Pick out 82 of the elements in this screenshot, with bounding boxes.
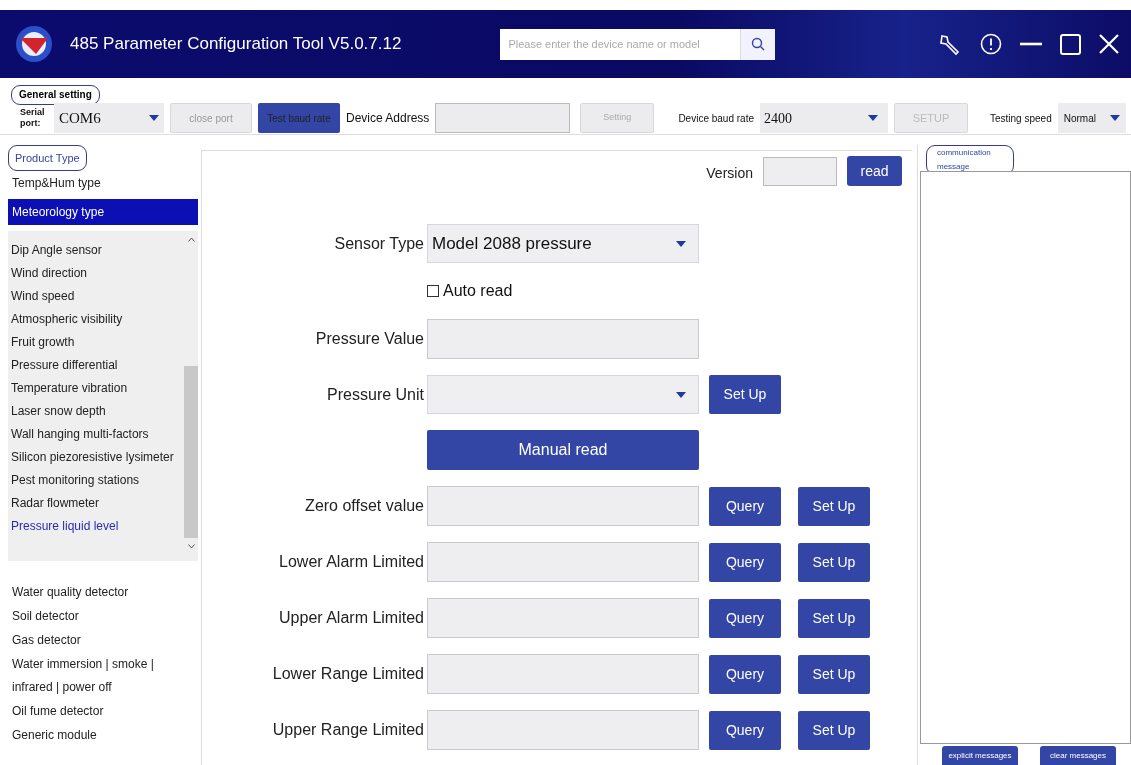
device-baud-rate-label: Device baud rate xyxy=(678,111,754,126)
action-button[interactable]: Set Up xyxy=(798,486,870,526)
dropdown[interactable]: Normal xyxy=(1057,103,1126,133)
category-item[interactable]: Temp&Hum type xyxy=(8,172,198,195)
sensor-item[interactable]: Radar flowmeter xyxy=(8,492,184,515)
category-item[interactable]: Generic module xyxy=(8,724,198,747)
serial-port-label: Serial port: xyxy=(20,107,46,129)
device-address-label: Device Address xyxy=(346,110,430,127)
category-item[interactable]: Oil fume detector xyxy=(8,700,198,723)
field-label: Upper Range Limited xyxy=(272,720,424,740)
field-label: Pressure Value xyxy=(315,329,424,349)
dropdown[interactable]: COM6 xyxy=(54,103,164,133)
search-field[interactable]: Please enter the device name or model xyxy=(500,28,741,60)
category-item[interactable]: Water quality detector xyxy=(8,581,198,604)
version-label: Version xyxy=(706,163,753,183)
checkbox[interactable] xyxy=(427,285,439,297)
sensor-item[interactable]: Pest monitoring stations xyxy=(8,469,184,492)
maximize-icon[interactable] xyxy=(1060,33,1081,55)
action-button[interactable]: Set Up xyxy=(709,375,781,414)
field-label: Pressure Unit xyxy=(327,384,424,405)
action-button[interactable]: Set Up xyxy=(798,598,870,638)
sensor-item[interactable]: Temperature vibration xyxy=(8,377,184,400)
message-button[interactable]: clear messages xyxy=(1040,746,1116,765)
sensor-item[interactable]: Dip Angle sensor xyxy=(8,239,184,262)
dropdown[interactable]: 2400 xyxy=(760,103,888,133)
caret-icon xyxy=(676,240,686,247)
action-button[interactable]: Query xyxy=(709,542,781,582)
scroll-down-icon[interactable] xyxy=(187,544,195,549)
caret-icon xyxy=(868,115,878,121)
dropdown[interactable]: Model 2088 pressure xyxy=(427,224,699,263)
field-label: Sensor Type xyxy=(334,233,424,254)
action-button[interactable]: Set Up xyxy=(798,710,870,750)
sensor-item[interactable]: Fruit growth xyxy=(8,331,184,354)
close-icon[interactable] xyxy=(1099,34,1119,54)
input-field[interactable] xyxy=(435,103,571,133)
category-item[interactable]: Meteorology type xyxy=(8,199,198,225)
message-button[interactable]: explicit messages xyxy=(942,746,1018,765)
category-item[interactable]: Soil detector xyxy=(8,605,198,628)
window-title: 485 Parameter Configuration Tool V5.0.7.12 xyxy=(70,33,402,56)
sensor-item[interactable]: Wind direction xyxy=(8,262,184,285)
sensor-item[interactable]: Pressure liquid level xyxy=(8,515,184,538)
sensor-item[interactable]: Wind speed xyxy=(8,285,184,308)
version-field[interactable] xyxy=(763,156,837,186)
scrollbar-thumb[interactable] xyxy=(184,366,198,538)
action-button[interactable]: Set Up xyxy=(798,542,870,582)
action-button[interactable]: Query xyxy=(709,486,781,526)
input-field[interactable] xyxy=(427,654,699,694)
search-icon xyxy=(751,37,766,51)
caret-icon xyxy=(1109,115,1120,121)
caret-icon xyxy=(676,391,686,398)
logo-icon xyxy=(14,24,54,64)
category-item[interactable]: Water immersion | smoke | infrared | power off xyxy=(8,653,178,699)
action-button[interactable]: Set Up xyxy=(798,654,870,694)
checkbox-label: Auto read xyxy=(443,281,513,301)
action-button[interactable]: Query xyxy=(709,598,781,638)
search-button[interactable] xyxy=(740,28,776,60)
input-field[interactable] xyxy=(427,710,699,750)
caret-icon xyxy=(149,115,159,121)
sensor-item[interactable]: Pressure differential xyxy=(8,354,184,377)
input-field[interactable] xyxy=(427,542,699,582)
minimize-icon[interactable] xyxy=(1020,42,1042,46)
input-field[interactable] xyxy=(427,486,699,526)
scroll-up-icon[interactable] xyxy=(187,237,195,242)
action-button[interactable]: Query xyxy=(709,654,781,694)
category-item[interactable]: Gas detector xyxy=(8,629,198,652)
dropdown[interactable] xyxy=(427,375,699,414)
sensor-item[interactable]: Atmospheric visibility xyxy=(8,308,184,331)
sensor-item[interactable]: Silicon piezoresistive lysimeter xyxy=(8,446,184,469)
field-label: Lower Alarm Limited xyxy=(279,552,424,572)
sensor-item[interactable]: Wall hanging multi-factors xyxy=(8,423,184,446)
testing-speed-label: Testing speed xyxy=(990,111,1052,126)
info-icon[interactable] xyxy=(980,33,1002,55)
field-label: Zero offset value xyxy=(305,496,424,516)
field-label: Lower Range Limited xyxy=(272,664,424,684)
input-field[interactable] xyxy=(427,598,699,638)
input-field[interactable] xyxy=(427,319,699,359)
wrench-icon[interactable] xyxy=(938,32,962,56)
manual-read-button[interactable]: Manual read xyxy=(427,430,699,470)
field-label: Upper Alarm Limited xyxy=(279,608,424,628)
sensor-item[interactable]: Laser snow depth xyxy=(8,400,184,423)
action-button[interactable]: Query xyxy=(709,710,781,750)
read-button[interactable]: read xyxy=(847,156,902,186)
